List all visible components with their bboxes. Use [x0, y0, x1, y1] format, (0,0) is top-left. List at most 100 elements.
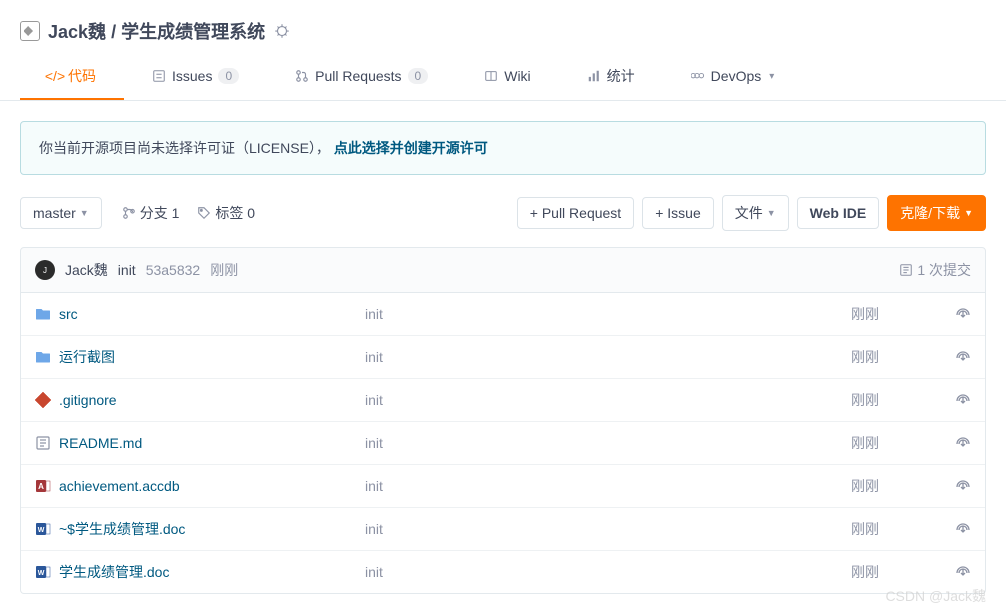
- caret-down-icon: ▼: [80, 208, 89, 218]
- branch-selector[interactable]: master ▼: [20, 197, 102, 229]
- stats-icon: [587, 69, 601, 83]
- tab-pr-label: Pull Requests: [315, 68, 401, 84]
- separator: /: [111, 22, 116, 42]
- tab-issues[interactable]: Issues 0: [124, 54, 267, 100]
- file-row: .gitignore init 刚刚: [21, 379, 985, 422]
- file-time: 刚刚: [851, 562, 931, 582]
- license-alert: 你当前开源项目尚未选择许可证（LICENSE）， 点此选择并创建开源许可: [20, 121, 986, 175]
- git-icon: [35, 392, 51, 408]
- tab-stats-label: 统计: [607, 66, 635, 86]
- word-icon: W: [35, 521, 51, 537]
- files-label: 文件: [735, 203, 763, 223]
- file-name-link[interactable]: .gitignore: [59, 392, 117, 408]
- branches-link[interactable]: 分支 1: [122, 203, 180, 223]
- web-ide-label: Web IDE: [810, 205, 867, 221]
- pr-count: 0: [408, 68, 429, 84]
- repo-header: Jack魏 / 学生成绩管理系统: [0, 0, 1006, 54]
- tab-code-label: 代码: [68, 66, 96, 86]
- commit-count-link[interactable]: 1 次提交: [899, 260, 971, 280]
- folder-icon: [35, 306, 51, 322]
- wiki-icon: [484, 69, 498, 83]
- file-row: README.md init 刚刚: [21, 422, 985, 465]
- file-row: A achievement.accdb init 刚刚: [21, 465, 985, 508]
- files-button[interactable]: 文件 ▼: [722, 195, 789, 231]
- file-time: 刚刚: [851, 347, 931, 367]
- commit-count-label: 1 次提交: [917, 260, 971, 280]
- pr-icon: [295, 69, 309, 83]
- tab-pr[interactable]: Pull Requests 0: [267, 54, 456, 100]
- download-icon[interactable]: [931, 477, 971, 496]
- file-name-link[interactable]: 运行截图: [59, 347, 115, 367]
- download-icon[interactable]: [931, 434, 971, 453]
- issues-icon: [152, 69, 166, 83]
- tab-devops-label: DevOps: [711, 68, 762, 84]
- repo-link[interactable]: 学生成绩管理系统: [121, 22, 265, 42]
- file-commit-msg[interactable]: init: [365, 435, 851, 451]
- commit-message[interactable]: init: [118, 262, 136, 278]
- file-commit-msg[interactable]: init: [365, 306, 851, 322]
- file-commit-msg[interactable]: init: [365, 349, 851, 365]
- issues-count: 0: [218, 68, 239, 84]
- new-issue-button[interactable]: + Issue: [642, 197, 714, 229]
- commit-bar: J Jack魏 init 53a5832 刚刚 1 次提交: [20, 247, 986, 293]
- clone-button[interactable]: 克隆/下载 ▼: [887, 195, 986, 231]
- file-time: 刚刚: [851, 519, 931, 539]
- repo-title: Jack魏 / 学生成绩管理系统: [48, 18, 265, 44]
- new-pr-button[interactable]: + Pull Request: [517, 197, 634, 229]
- caret-down-icon: ▼: [767, 208, 776, 218]
- license-text: 你当前开源项目尚未选择许可证（LICENSE），: [39, 140, 334, 156]
- download-icon[interactable]: [931, 520, 971, 539]
- file-time: 刚刚: [851, 304, 931, 324]
- license-link[interactable]: 点此选择并创建开源许可: [334, 140, 488, 156]
- file-commit-msg[interactable]: init: [365, 478, 851, 494]
- file-list: src init 刚刚 运行截图 init 刚刚 .gitignore init…: [20, 293, 986, 594]
- tab-issues-label: Issues: [172, 68, 212, 84]
- download-icon[interactable]: [931, 305, 971, 324]
- folder-icon: [35, 349, 51, 365]
- commit-author[interactable]: Jack魏: [65, 260, 108, 280]
- svg-text:A: A: [38, 482, 44, 491]
- download-icon[interactable]: [931, 391, 971, 410]
- chevron-down-icon: ▾: [769, 71, 774, 82]
- owner-link[interactable]: Jack魏: [48, 22, 106, 42]
- file-name-link[interactable]: achievement.accdb: [59, 478, 180, 494]
- star-icon[interactable]: [273, 22, 291, 40]
- file-row: 运行截图 init 刚刚: [21, 336, 985, 379]
- caret-down-icon: ▼: [964, 208, 973, 218]
- commit-hash[interactable]: 53a5832: [146, 262, 201, 278]
- readme-icon: [35, 435, 51, 451]
- tab-stats[interactable]: 统计: [559, 54, 663, 100]
- file-row: W 学生成绩管理.doc init 刚刚: [21, 551, 985, 593]
- file-time: 刚刚: [851, 390, 931, 410]
- tabs: </> 代码 Issues 0 Pull Requests 0 Wiki: [0, 54, 1006, 101]
- file-row: W ~$学生成绩管理.doc init 刚刚: [21, 508, 985, 551]
- web-ide-button[interactable]: Web IDE: [797, 197, 880, 229]
- word-icon: W: [35, 564, 51, 580]
- repo-icon: [20, 21, 40, 41]
- download-icon[interactable]: [931, 563, 971, 582]
- file-name-link[interactable]: 学生成绩管理.doc: [59, 562, 169, 582]
- clone-label: 克隆/下载: [900, 203, 960, 223]
- file-time: 刚刚: [851, 433, 931, 453]
- download-icon[interactable]: [931, 348, 971, 367]
- file-commit-msg[interactable]: init: [365, 521, 851, 537]
- file-commit-msg[interactable]: init: [365, 392, 851, 408]
- file-name-link[interactable]: README.md: [59, 435, 142, 451]
- branch-name: master: [33, 205, 76, 221]
- file-name-link[interactable]: ~$学生成绩管理.doc: [59, 519, 185, 539]
- access-icon: A: [35, 478, 51, 494]
- tab-code[interactable]: </> 代码: [20, 54, 124, 100]
- file-name-link[interactable]: src: [59, 306, 78, 322]
- commit-time: 刚刚: [210, 260, 238, 280]
- tab-wiki[interactable]: Wiki: [456, 54, 558, 100]
- tags-link[interactable]: 标签 0: [197, 203, 255, 223]
- svg-text:W: W: [38, 570, 45, 577]
- devops-icon: [691, 69, 705, 83]
- branch-info: 分支 1 标签 0: [122, 203, 255, 223]
- svg-text:W: W: [38, 527, 45, 534]
- avatar[interactable]: J: [35, 260, 55, 280]
- file-commit-msg[interactable]: init: [365, 564, 851, 580]
- file-time: 刚刚: [851, 476, 931, 496]
- tab-wiki-label: Wiki: [504, 68, 530, 84]
- tab-devops[interactable]: DevOps ▾: [663, 54, 803, 100]
